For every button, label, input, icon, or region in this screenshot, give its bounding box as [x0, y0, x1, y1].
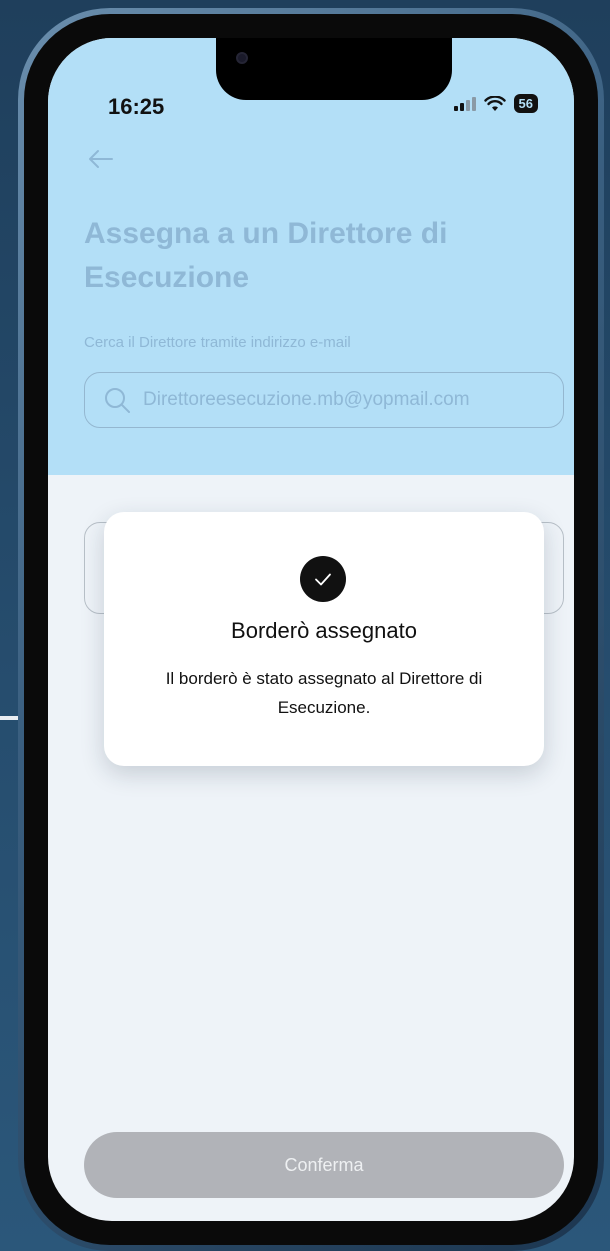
- check-icon: [300, 556, 346, 602]
- page-subtitle: Cerca il Direttore tramite indirizzo e-m…: [84, 334, 351, 351]
- camera-icon: [236, 52, 248, 64]
- status-icons: 56: [453, 94, 538, 113]
- status-time: 16:25: [108, 94, 165, 119]
- back-arrow-icon[interactable]: [84, 143, 116, 175]
- phone-frame: 16:25 56 Assegna a un Direttore di Esecu…: [18, 8, 604, 1251]
- search-icon: [105, 388, 130, 413]
- home-indicator: [241, 1210, 381, 1215]
- success-modal: Borderò assegnato Il borderò è stato ass…: [104, 512, 544, 766]
- wifi-icon: [483, 95, 506, 111]
- dynamic-notch: [216, 38, 452, 100]
- page-title: Assegna a un Direttore di Esecuzione: [84, 217, 448, 294]
- modal-message: Il borderò è stato assegnato al Direttor…: [165, 669, 483, 717]
- battery-icon: 56: [513, 94, 538, 113]
- search-value: Direttoreesecuzione.mb@yopmail.com: [143, 389, 470, 410]
- screen: 16:25 56 Assegna a un Direttore di Esecu…: [48, 38, 574, 1221]
- phone-bezel: 16:25 56 Assegna a un Direttore di Esecu…: [24, 14, 598, 1245]
- modal-title: Borderò assegnato: [231, 618, 417, 643]
- confirm-button[interactable]: Conferma: [84, 1132, 564, 1198]
- search-input[interactable]: Direttoreesecuzione.mb@yopmail.com: [84, 372, 564, 428]
- signal-icon: [453, 96, 476, 111]
